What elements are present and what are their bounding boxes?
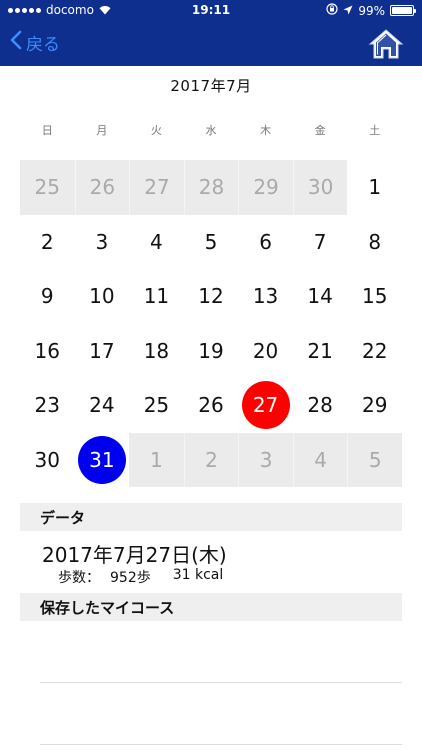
top-bar: docomo 19:11 99% 戻る xyxy=(0,0,422,66)
home-icon xyxy=(368,29,404,59)
calendar-day[interactable]: 29 xyxy=(347,378,402,433)
data-section-header: データ xyxy=(20,503,402,531)
back-button[interactable]: 戻る xyxy=(10,30,60,55)
back-label: 戻る xyxy=(26,35,60,55)
course-list-divider xyxy=(40,744,402,745)
calendar-day[interactable]: 1 xyxy=(347,160,402,215)
calendar-day[interactable]: 9 xyxy=(20,269,75,324)
calendar-day[interactable]: 3 xyxy=(75,215,130,270)
calendar-day[interactable]: 12 xyxy=(184,269,239,324)
home-button[interactable] xyxy=(368,28,404,60)
selected-day-marker: 27 xyxy=(241,381,290,430)
weekday-header: 日月火水木金土 xyxy=(20,122,402,138)
calendar-day[interactable]: 23 xyxy=(20,378,75,433)
stats-line: 歩数： 952歩 31 kcal xyxy=(58,567,223,587)
calendar-day[interactable]: 31 xyxy=(75,433,130,488)
weekday-label: 水 xyxy=(205,124,217,137)
calendar-day-outside-month[interactable]: 5 xyxy=(347,432,402,487)
calendar-day[interactable]: 11 xyxy=(129,269,184,324)
steps-label: 歩数： xyxy=(58,570,100,586)
calendar-day-outside-month[interactable]: 1 xyxy=(129,432,184,487)
calendar-day[interactable]: 10 xyxy=(75,269,130,324)
calendar-day[interactable]: 7 xyxy=(293,215,348,270)
selected-date: 2017年7月27日(木) xyxy=(42,543,227,567)
calendar-day[interactable]: 21 xyxy=(293,324,348,379)
calendar-day[interactable]: 24 xyxy=(75,378,130,433)
calendar-day[interactable]: 16 xyxy=(20,324,75,379)
calendar-day-outside-month[interactable]: 25 xyxy=(20,160,75,215)
calendar-day-outside-month[interactable]: 2 xyxy=(183,432,239,487)
orientation-lock-icon xyxy=(326,3,338,18)
weekday-label: 火 xyxy=(150,124,162,137)
month-title: 2017年7月 xyxy=(170,77,252,95)
calendar-day[interactable]: 26 xyxy=(184,378,239,433)
battery-fill xyxy=(392,7,412,14)
weekday-label: 日 xyxy=(41,124,53,137)
calendar-day-outside-month[interactable]: 29 xyxy=(238,160,293,215)
location-icon xyxy=(343,4,353,18)
calendar-day[interactable]: 4 xyxy=(129,215,184,270)
weekday-label: 金 xyxy=(314,124,326,137)
calendar-day[interactable]: 25 xyxy=(129,378,184,433)
calendar-day[interactable]: 5 xyxy=(184,215,239,270)
calendar-day[interactable]: 28 xyxy=(293,378,348,433)
weekday-label: 月 xyxy=(96,124,108,137)
calendar-day-outside-month[interactable]: 30 xyxy=(292,160,348,215)
battery-icon xyxy=(390,5,416,16)
calendar-day-outside-month[interactable]: 26 xyxy=(74,160,130,215)
calendar-day[interactable]: 14 xyxy=(293,269,348,324)
calendar-day-outside-month[interactable]: 3 xyxy=(238,432,293,487)
calendar-day[interactable]: 13 xyxy=(238,269,293,324)
battery-percent: 99% xyxy=(358,3,385,18)
calendar-day-outside-month[interactable]: 4 xyxy=(292,432,348,487)
status-bar: docomo 19:11 99% xyxy=(0,0,422,22)
course-list-divider xyxy=(40,682,402,683)
calendar-grid: 25 26 27 28 29 30 1 2 3 4 5 6 7 8 9 10 11 12 13 14 15 16 17 18 1… xyxy=(20,160,402,487)
calendar-day[interactable]: 30 xyxy=(20,433,75,488)
nav-bar: 戻る xyxy=(0,22,422,66)
calendar-day[interactable]: 20 xyxy=(238,324,293,379)
calendar-day[interactable]: 27 xyxy=(238,378,293,433)
calendar-day[interactable]: 17 xyxy=(75,324,130,379)
calendar-day[interactable]: 22 xyxy=(347,324,402,379)
steps-value: 952歩 xyxy=(110,570,151,586)
calendar-day[interactable]: 2 xyxy=(20,215,75,270)
calendar-day[interactable]: 6 xyxy=(238,215,293,270)
status-right: 99% xyxy=(326,3,416,18)
calendar-day[interactable]: 18 xyxy=(129,324,184,379)
weekday-label: 木 xyxy=(260,124,272,137)
calendar-day[interactable]: 8 xyxy=(347,215,402,270)
calendar-day-outside-month[interactable]: 28 xyxy=(183,160,239,215)
calories-value: 31 kcal xyxy=(172,567,224,583)
calendar-day[interactable]: 19 xyxy=(184,324,239,379)
courses-section-header: 保存したマイコース xyxy=(20,593,402,621)
weekday-label: 土 xyxy=(369,124,381,137)
chevron-left-icon xyxy=(10,30,22,55)
today-marker: 31 xyxy=(77,435,126,484)
calendar-day-outside-month[interactable]: 27 xyxy=(129,160,184,215)
calendar-day[interactable]: 15 xyxy=(347,269,402,324)
